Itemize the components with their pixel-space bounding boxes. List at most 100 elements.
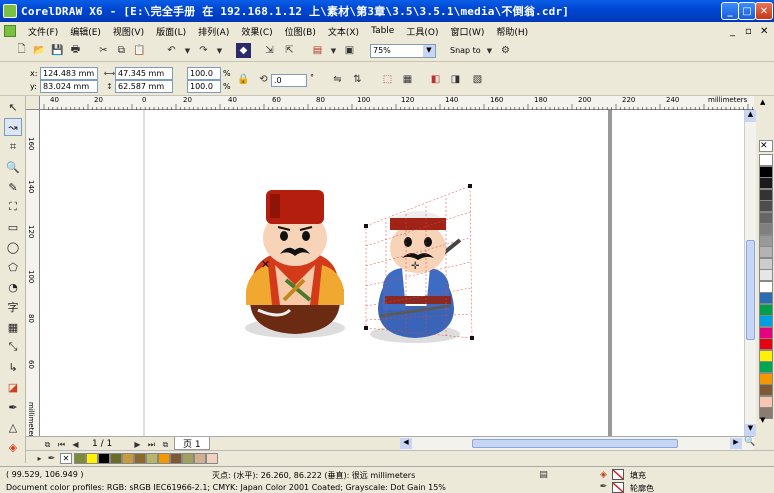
color-proof-icon[interactable]: ▤ — [536, 467, 551, 482]
zoom-level-select[interactable]: 75% ▼ — [370, 44, 436, 58]
doc-palette-swatch[interactable] — [158, 453, 170, 464]
fill-swatch[interactable] — [612, 469, 624, 480]
copy-icon[interactable]: ⧉ — [114, 43, 129, 58]
cut-icon[interactable]: ✂ — [96, 43, 111, 58]
application-launcher-icon[interactable]: ▤ — [310, 43, 325, 58]
doc-palette-swatch[interactable] — [74, 453, 86, 464]
menu-tools[interactable]: 工具(O) — [400, 25, 444, 38]
palette-swatch[interactable] — [759, 326, 773, 339]
open-icon[interactable]: 📂 — [32, 43, 47, 58]
ruler-corner[interactable] — [26, 96, 40, 110]
palette-swatch[interactable] — [759, 177, 773, 189]
doc-palette-swatch[interactable] — [170, 453, 182, 464]
table-tool-icon[interactable]: ▦ — [4, 318, 22, 336]
new-icon[interactable]: 🗋 — [14, 43, 29, 58]
rectangle-tool-icon[interactable]: ▭ — [4, 218, 22, 236]
doc-restore-button[interactable]: ▫ — [745, 26, 752, 37]
pick-tool-icon[interactable]: ↖ — [4, 98, 22, 116]
crop-tool-icon[interactable]: ⌗ — [4, 138, 22, 156]
zoom-tool-icon[interactable]: 🔍 — [4, 158, 22, 176]
page-tab[interactable]: 页 1 — [174, 437, 210, 450]
redo-icon[interactable]: ↷ — [196, 43, 211, 58]
palette-swatch[interactable] — [759, 246, 773, 258]
y-position-input[interactable]: 83.024 mm — [40, 80, 98, 93]
palette-scroll-up-icon[interactable]: ▲ — [760, 98, 765, 106]
height-input[interactable]: 62.587 mm — [115, 80, 173, 93]
horizontal-ruler[interactable]: 40 20 0 20 40 60 80 100 120 140 160 180 … — [40, 96, 754, 110]
doc-close-button[interactable]: ✕ — [760, 26, 768, 37]
undo-dropdown-icon[interactable]: ▼ — [180, 43, 195, 58]
polygon-tool-icon[interactable]: ⬠ — [4, 258, 22, 276]
mirror-vertical-icon[interactable]: ⇅ — [350, 72, 365, 87]
menu-effects[interactable]: 效果(C) — [235, 25, 278, 38]
scale-height-input[interactable]: 100.0 — [187, 80, 221, 93]
tumbler-figure-left[interactable]: ✕ — [245, 190, 345, 338]
options-icon[interactable]: ⚙ — [498, 43, 513, 58]
drawing-canvas[interactable]: ✕ ✛ — [40, 110, 754, 436]
fill-tool-icon[interactable]: ◈ — [4, 438, 22, 456]
combine-icon[interactable]: ◧ — [428, 72, 443, 87]
smart-fill-icon[interactable]: ⛶ — [4, 198, 22, 216]
snap-dropdown-icon[interactable]: ▼ — [482, 43, 497, 58]
menu-text[interactable]: 文本(X) — [322, 25, 365, 38]
doc-palette-swatch[interactable] — [98, 453, 110, 464]
perspective-icon[interactable]: ⬚ — [380, 72, 395, 87]
scroll-up-icon[interactable]: ▲ — [745, 110, 756, 122]
doc-palette-no-color[interactable]: ✕ — [60, 453, 72, 464]
scroll-right-icon[interactable]: ▶ — [730, 438, 742, 449]
zoom-dropdown-icon[interactable]: ▼ — [423, 45, 435, 57]
text-tool-icon[interactable]: 字 — [4, 298, 22, 316]
menu-window[interactable]: 窗口(W) — [444, 25, 490, 38]
palette-scroll-down-icon[interactable]: ▼ — [760, 416, 765, 424]
maximize-button[interactable]: □ — [738, 2, 756, 20]
vertical-ruler[interactable]: 160 140 120 100 80 60 millimeters — [26, 110, 40, 441]
palette-swatch[interactable] — [759, 395, 773, 408]
color-profiles[interactable]: Document color profiles: RGB: sRGB IEC61… — [6, 483, 446, 492]
ellipse-tool-icon[interactable]: ◯ — [4, 238, 22, 256]
menu-arrange[interactable]: 排列(A) — [192, 25, 235, 38]
paste-icon[interactable]: 📋 — [132, 43, 147, 58]
wrap-text-icon[interactable]: ▦ — [400, 72, 415, 87]
menu-help[interactable]: 帮助(H) — [490, 25, 534, 38]
scroll-left-icon[interactable]: ◀ — [400, 438, 412, 449]
print-icon[interactable]: 🖶 — [68, 43, 83, 58]
palette-swatch[interactable] — [759, 303, 773, 316]
snap-to-button[interactable]: Snap to — [450, 46, 481, 55]
width-input[interactable]: 47.345 mm — [115, 67, 173, 80]
connector-tool-icon[interactable]: ↳ — [4, 358, 22, 376]
menu-edit[interactable]: 编辑(E) — [64, 25, 107, 38]
doc-minimize-button[interactable]: _ — [730, 26, 735, 37]
palette-swatch[interactable] — [759, 361, 773, 373]
save-icon[interactable]: 💾 — [50, 43, 65, 58]
horizontal-scrollbar[interactable]: ◀ ▶ 🔍 — [400, 436, 755, 450]
doc-palette-swatch[interactable] — [206, 453, 218, 464]
redo-dropdown-icon[interactable]: ▼ — [212, 43, 227, 58]
scale-width-input[interactable]: 100.0 — [187, 67, 221, 80]
menu-view[interactable]: 视图(V) — [107, 25, 150, 38]
palette-swatch[interactable] — [759, 372, 773, 385]
doc-palette-swatch[interactable] — [194, 453, 206, 464]
scroll-down-icon[interactable]: ▼ — [745, 424, 756, 436]
scroll-thumb[interactable] — [746, 240, 755, 340]
export-icon[interactable]: ⇱ — [282, 43, 297, 58]
menu-table[interactable]: Table — [365, 26, 400, 36]
launcher-dropdown-icon[interactable]: ▼ — [326, 43, 341, 58]
doc-palette-swatch[interactable] — [86, 453, 98, 464]
palette-swatch[interactable] — [759, 223, 773, 235]
shape-tool-icon[interactable]: ↝ — [4, 118, 22, 136]
palette-swatch[interactable] — [759, 338, 773, 350]
palette-swatch[interactable] — [759, 211, 773, 224]
group-icon[interactable]: ▧ — [470, 72, 485, 87]
vertical-scrollbar[interactable]: ▲ ▼ — [744, 110, 756, 436]
outline-swatch[interactable] — [612, 482, 624, 493]
doc-palette-swatch[interactable] — [122, 453, 134, 464]
dimension-tool-icon[interactable]: ⤡ — [4, 338, 22, 356]
close-button[interactable]: ✕ — [755, 2, 773, 20]
menu-bitmaps[interactable]: 位图(B) — [279, 25, 322, 38]
zoom-to-fit-icon[interactable]: 🔍 — [744, 437, 755, 447]
undo-icon[interactable]: ↶ — [164, 43, 179, 58]
doc-palette-eyedropper-icon[interactable]: ✒ — [44, 451, 59, 466]
palette-swatch[interactable] — [759, 165, 773, 178]
palette-swatch[interactable] — [759, 188, 773, 201]
hscroll-thumb[interactable] — [472, 439, 678, 448]
